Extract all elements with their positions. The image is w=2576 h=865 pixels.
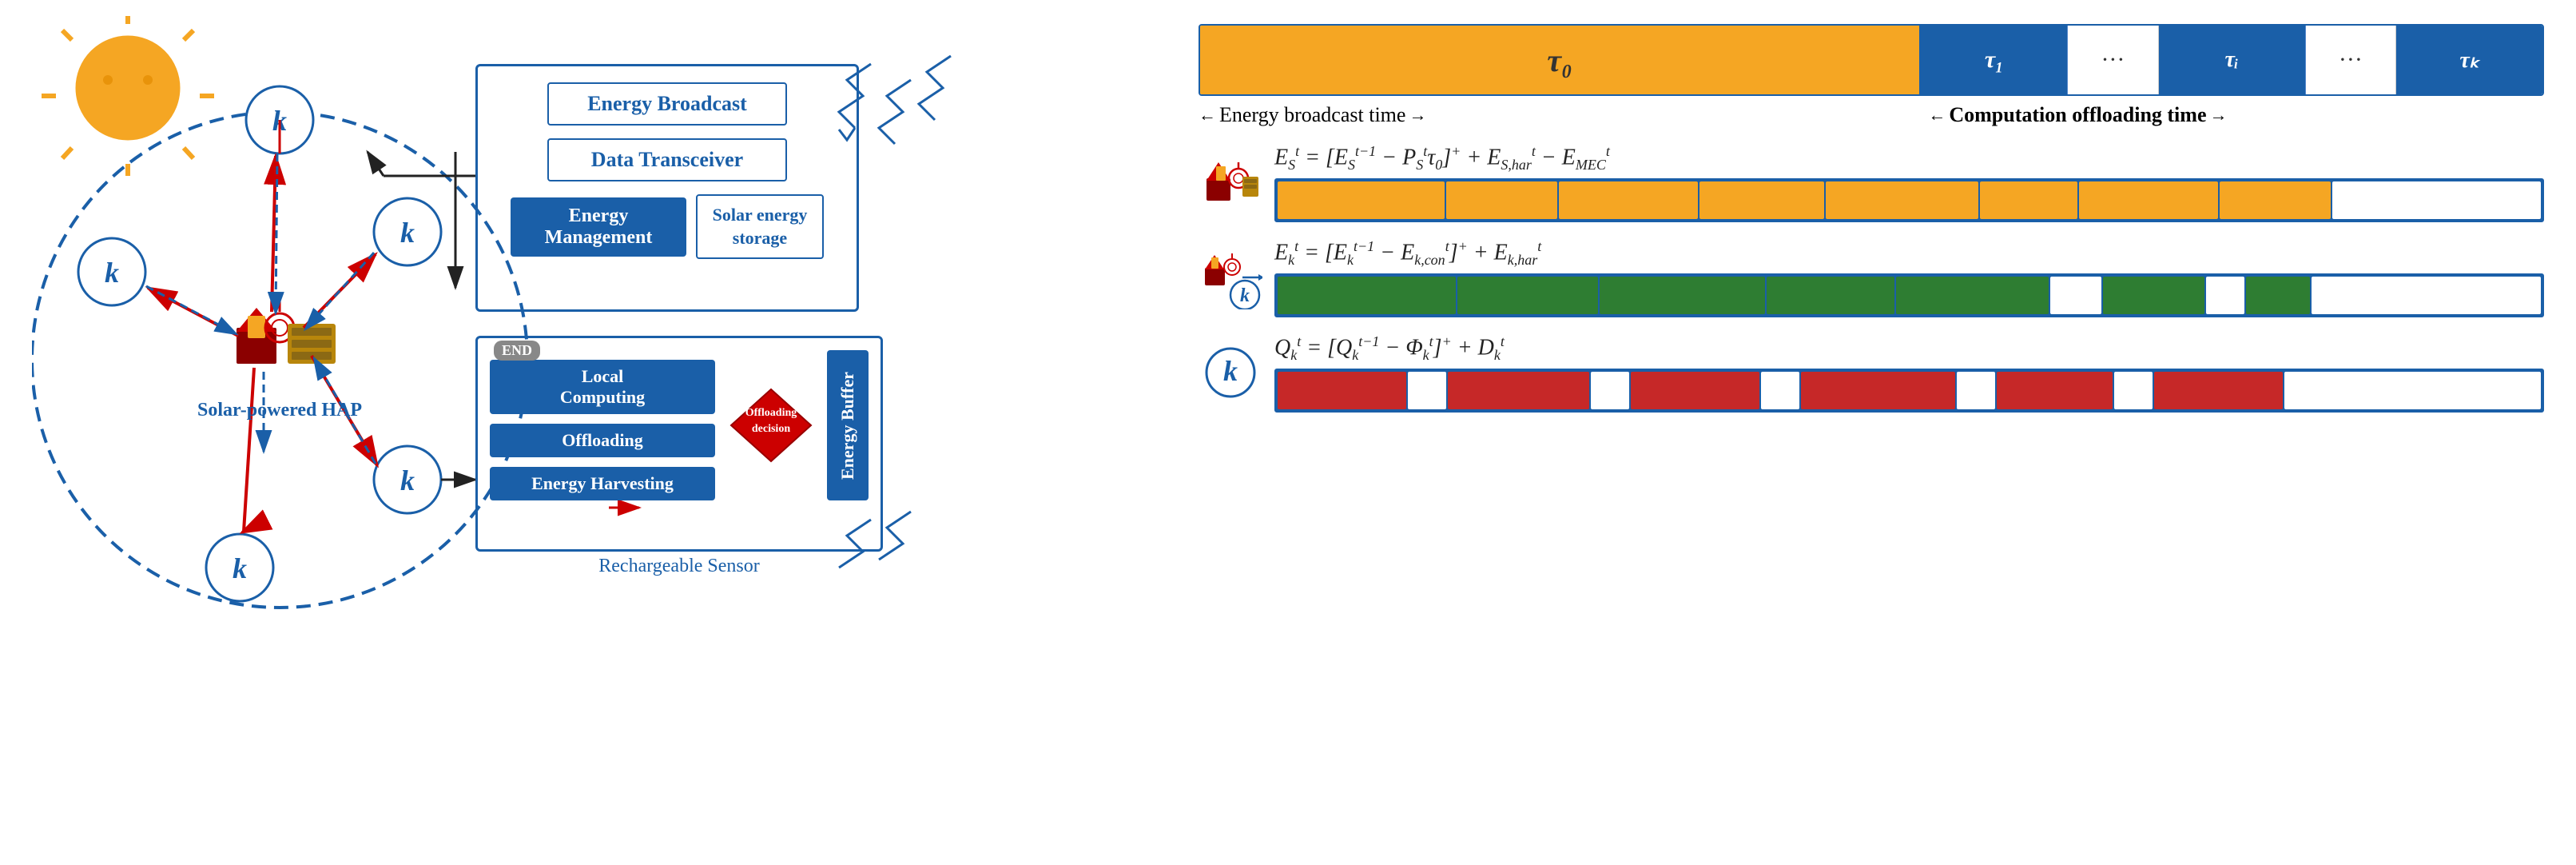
svg-text:k: k xyxy=(105,257,119,289)
solar-storage-box: Solar energy storage xyxy=(696,194,824,259)
hap-equation: ESt = [ESt−1 − PStτ0]+ + ES,hart − EMECt xyxy=(1274,143,2544,173)
energy-management-box: Energy Management xyxy=(511,197,686,257)
broadcast-time-label: ← Energy broadcast time → xyxy=(1199,103,1928,127)
energy-broadcast-box: Energy Broadcast xyxy=(547,82,787,126)
timeline-section: τ₀ τ₁ ··· τᵢ ··· τₖ xyxy=(1199,24,2544,127)
diagram-area: k k k k k xyxy=(32,16,1151,849)
hap-label: Solar-powered HAP xyxy=(192,400,368,421)
sensor-equation: Ekt = [Ekt−1 − Ek,cont]+ + Ek,hart xyxy=(1274,238,2544,269)
taui-segment: τᵢ xyxy=(2159,26,2306,94)
hap-energy-icon xyxy=(1199,150,1262,214)
queue-content: Qkt = [Qkt−1 − Φkt]+ + Dkt xyxy=(1274,333,2544,413)
sensor-energy-content: Ekt = [Ekt−1 − Ek,cont]+ + Ek,hart xyxy=(1274,238,2544,317)
hap-energy-content: ESt = [ESt−1 − PStτ0]+ + ES,hart − EMECt xyxy=(1274,143,2544,222)
computation-time-label: ← Computation offloading time → xyxy=(1928,103,2544,127)
left-diagram: k k k k k xyxy=(32,16,1151,849)
tau0-segment: τ₀ xyxy=(1200,26,1921,94)
sensor-k-icon: k xyxy=(1199,245,1262,309)
svg-text:k: k xyxy=(400,217,415,249)
tauk-segment: τₖ xyxy=(2396,26,2542,94)
sensor-energy-row: k Ekt = [Ekt−1 − Ek,cont]+ + Ek,hart xyxy=(1199,238,2544,317)
queue-bar xyxy=(1274,369,2544,413)
end-badge: END xyxy=(494,341,540,361)
svg-text:k: k xyxy=(233,552,247,584)
offloading-box: Offloading xyxy=(490,424,715,457)
svg-text:k: k xyxy=(1223,355,1238,387)
svg-text:k: k xyxy=(400,464,415,496)
energy-harvesting-box: Energy Harvesting xyxy=(490,467,715,500)
hap-energy-row: ESt = [ESt−1 − PStτ0]+ + ES,hart − EMECt xyxy=(1199,143,2544,222)
sensor-system-box: END LocalComputing Offloading Energy Har… xyxy=(475,336,883,552)
svg-text:Offloading: Offloading xyxy=(745,407,797,419)
queue-k-icon: k xyxy=(1199,341,1262,405)
sensor-energy-bar xyxy=(1274,273,2544,317)
energy-buffer-box: Energy Buffer xyxy=(827,350,869,500)
data-transceiver-box: Data Transceiver xyxy=(547,138,787,181)
hap-energy-bar xyxy=(1274,178,2544,222)
offloading-diamond-svg: Offloading decision xyxy=(727,385,815,465)
tau1-segment: τ₁ xyxy=(1921,26,2068,94)
timeline-bar: τ₀ τ₁ ··· τᵢ ··· τₖ xyxy=(1199,24,2544,96)
svg-text:decision: decision xyxy=(752,423,790,435)
local-computing-box: LocalComputing xyxy=(490,360,715,414)
queue-row: k Qkt = [Qkt−1 − Φkt]+ + Dkt xyxy=(1199,333,2544,413)
hap-system-box: Energy Broadcast Data Transceiver Energy… xyxy=(475,64,859,312)
dots2-segment: ··· xyxy=(2306,26,2397,94)
timeline-labels: ← Energy broadcast time → ← Computation … xyxy=(1199,103,2544,127)
sensor-label: Rechargeable Sensor xyxy=(475,556,883,577)
queue-equation: Qkt = [Qkt−1 − Φkt]+ + Dkt xyxy=(1274,333,2544,364)
svg-text:k: k xyxy=(1240,285,1250,306)
dots1-segment: ··· xyxy=(2068,26,2159,94)
right-panel: τ₀ τ₁ ··· τᵢ ··· τₖ xyxy=(1199,16,2544,849)
